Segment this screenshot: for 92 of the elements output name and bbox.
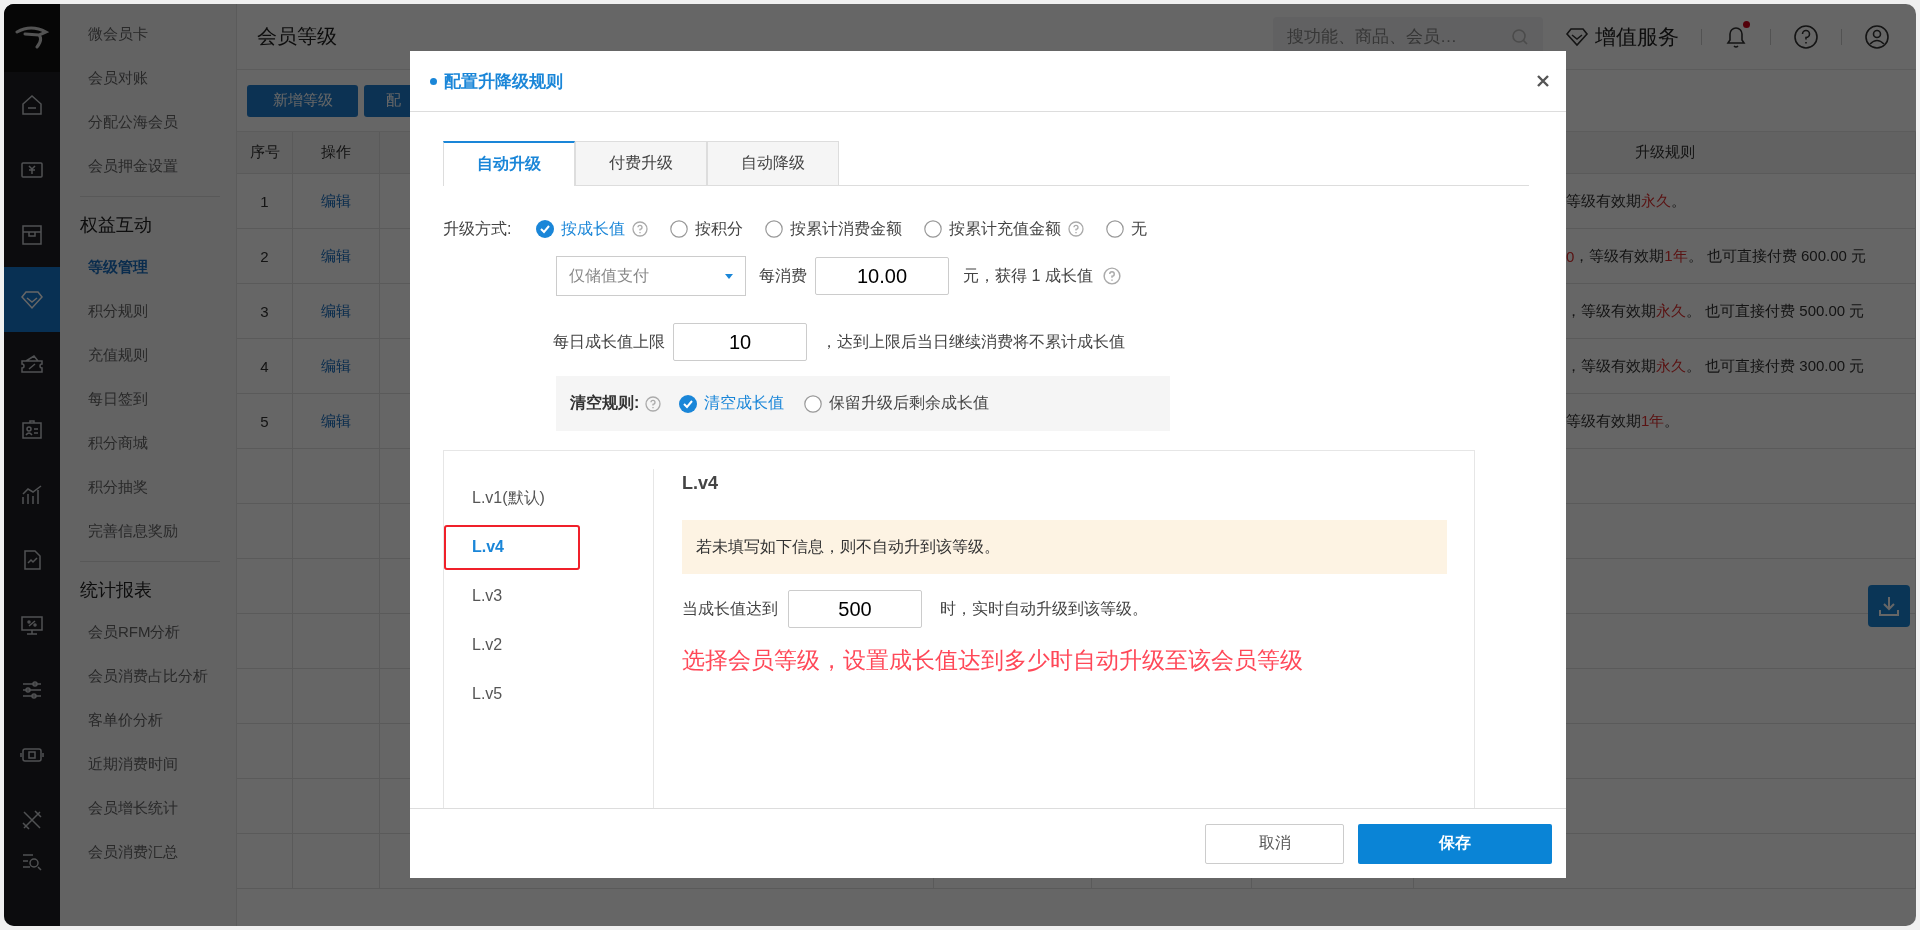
dot-icon xyxy=(430,77,437,85)
column-header: 操作 xyxy=(293,132,380,173)
box-icon xyxy=(20,222,44,247)
radio-option[interactable]: 无 xyxy=(1106,218,1147,240)
sidebar-item[interactable]: 微会员卡 xyxy=(60,12,236,56)
table-cell: 1 xyxy=(237,174,293,228)
sidebar-item[interactable]: 会员RFM分析 xyxy=(60,610,236,654)
field-suffix: 时，实时自动升级到该等级。 xyxy=(940,598,1148,619)
checked-radio-icon xyxy=(536,220,554,238)
radio-option[interactable]: 按累计充值金额 xyxy=(924,218,1061,240)
diamond-icon xyxy=(1565,26,1589,47)
radio-icon xyxy=(670,220,688,238)
column-header: 序号 xyxy=(237,132,293,173)
chart-icon xyxy=(20,482,44,507)
sidebar-item[interactable]: 积分商城 xyxy=(60,421,236,465)
radio-icon xyxy=(804,394,823,413)
close-icon[interactable] xyxy=(1536,74,1550,88)
checked-radio-icon xyxy=(679,394,698,413)
tab[interactable]: 自动降级 xyxy=(707,141,839,185)
level-item[interactable]: L.v3 xyxy=(444,571,653,620)
help-icon[interactable] xyxy=(1068,221,1084,237)
threshold-input[interactable]: 500 xyxy=(788,590,922,628)
sidebar-heading: 统计报表 xyxy=(79,579,153,602)
sidebar-item[interactable]: 会员消费汇总 xyxy=(60,830,236,874)
daily-limit-input[interactable]: 10 xyxy=(673,323,807,361)
field-label: 每日成长值上限 xyxy=(553,331,665,352)
sidebar-item[interactable]: 客单价分析 xyxy=(60,698,236,742)
tools-icon xyxy=(20,807,44,832)
level-title: L.v4 xyxy=(682,473,720,494)
field-label: 清空规则: xyxy=(570,393,640,413)
toolbar-button[interactable]: 新增等级 xyxy=(247,84,358,117)
help-icon[interactable] xyxy=(645,395,662,412)
radio-icon xyxy=(765,220,783,238)
id-card-icon xyxy=(20,417,44,442)
edit-link[interactable]: 编辑 xyxy=(321,191,351,211)
sidebar-heading: 权益互动 xyxy=(79,214,153,237)
sidebar-item[interactable]: 会员消费占比分析 xyxy=(60,654,236,698)
payment-select[interactable]: 仅储值支付 xyxy=(556,256,746,296)
radio-option[interactable]: 按累计消费金额 xyxy=(765,218,902,240)
help-icon[interactable] xyxy=(1102,267,1121,285)
sidebar-item[interactable]: 充值规则 xyxy=(60,333,236,377)
sidebar-item[interactable]: 等级管理 xyxy=(60,245,236,289)
level-item[interactable]: L.v1(默认) xyxy=(444,473,653,522)
level-item[interactable]: L.v2 xyxy=(444,620,653,669)
download-button[interactable] xyxy=(1868,585,1910,627)
help-icon[interactable] xyxy=(1793,23,1819,50)
level-item[interactable]: L.v5 xyxy=(444,669,653,718)
sidebar-item[interactable]: 积分规则 xyxy=(60,289,236,333)
save-button[interactable]: 保存 xyxy=(1358,823,1552,864)
table-cell: 4 xyxy=(237,339,293,393)
field-suffix: ，达到上限后当日继续消费将不累计成长值 xyxy=(821,331,1125,352)
field-suffix: 元，获得 1 成长值 xyxy=(963,265,1093,286)
dialog-title: 配置升降级规则 xyxy=(444,70,563,93)
sidebar-item[interactable]: 积分抽奖 xyxy=(60,465,236,509)
edit-link[interactable]: 编辑 xyxy=(321,246,351,266)
spend-input[interactable]: 10.00 xyxy=(815,257,949,295)
radio-icon xyxy=(924,220,942,238)
logo-icon xyxy=(15,26,49,50)
sidebar-item[interactable]: 近期消费时间 xyxy=(60,742,236,786)
download-icon xyxy=(1878,595,1900,617)
sidebar-item[interactable]: 会员对账 xyxy=(60,56,236,100)
edit-link[interactable]: 编辑 xyxy=(321,411,351,431)
home-icon xyxy=(20,92,44,117)
table-cell: 2 xyxy=(237,229,293,283)
caret-icon xyxy=(725,273,733,279)
radio-option[interactable]: 按积分 xyxy=(670,218,743,240)
edit-link[interactable]: 编辑 xyxy=(321,356,351,376)
level-item[interactable]: L.v4 xyxy=(444,522,653,571)
cancel-button[interactable]: 取消 xyxy=(1205,823,1344,864)
tab[interactable]: 自动升级 xyxy=(443,141,575,186)
sidebar-item[interactable]: 完善信息奖励 xyxy=(60,509,236,553)
radio-option[interactable]: 保留升级后剩余成长值 xyxy=(804,393,990,414)
annotation-note: 选择会员等级，设置成长值达到多少时自动升级至该会员等级 xyxy=(682,646,1304,675)
page-title: 会员等级 xyxy=(257,24,337,49)
radio-option[interactable]: 按成长值 xyxy=(536,218,625,240)
notice-banner: 若未填写如下信息，则不自动升到该等级。 xyxy=(682,520,1447,574)
radio-icon xyxy=(1106,220,1124,238)
field-label: 升级方式: xyxy=(443,218,513,239)
field-label: 当成长值达到 xyxy=(682,598,778,619)
table-cell: 3 xyxy=(237,284,293,338)
notification-button[interactable] xyxy=(1724,23,1748,50)
help-icon[interactable] xyxy=(632,221,648,237)
list-search-icon xyxy=(20,852,44,872)
edit-link[interactable]: 编辑 xyxy=(321,301,351,321)
field-label: 每消费 xyxy=(759,265,807,286)
user-icon[interactable] xyxy=(1864,23,1890,50)
sidebar-item[interactable]: 分配公海会员 xyxy=(60,100,236,144)
radio-option[interactable]: 清空成长值 xyxy=(679,393,785,414)
nav-item[interactable] xyxy=(4,267,60,332)
value-service-link[interactable]: 增值服务 xyxy=(1565,22,1679,51)
table-cell: 5 xyxy=(237,394,293,448)
tab[interactable]: 付费升级 xyxy=(575,141,707,185)
